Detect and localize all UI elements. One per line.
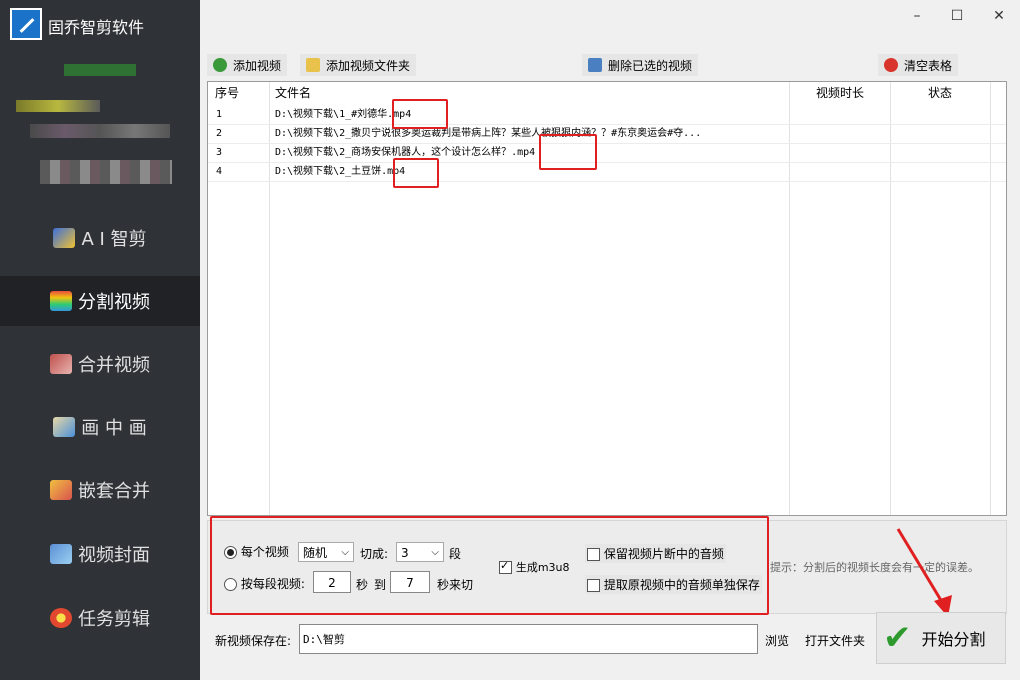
app-title: 固乔智剪软件 — [48, 18, 145, 37]
highlight-box — [393, 158, 439, 188]
file-table[interactable]: 序号 文件名 视频时长 状态 1 D:\视频下载\1_#刘德华.mp4 2 D:… — [207, 81, 1007, 516]
row-filename: D:\视频下载\1_#刘德华.mp4 — [275, 109, 412, 120]
blurred-info-bar — [16, 100, 100, 112]
table-row[interactable]: 4 D:\视频下载\2_土豆饼.mp4 — [208, 162, 1006, 182]
row-index: 2 — [216, 128, 223, 139]
task-edit-icon — [50, 608, 72, 628]
ai-edit-icon — [53, 228, 76, 248]
sidebar-item-video-cover[interactable]: 视频封面 — [0, 529, 200, 579]
delete-video-icon — [588, 58, 602, 72]
sidebar-item-label: 画 中 画 — [81, 418, 147, 439]
split-video-icon — [50, 291, 72, 311]
highlight-box — [539, 134, 597, 170]
open-folder-button[interactable]: 打开文件夹 — [805, 632, 865, 649]
options-highlight-box — [210, 516, 769, 615]
row-filename: D:\视频下载\2_商场安保机器人，这个设计怎么样？.mp4 — [275, 147, 536, 158]
sidebar-item-label: 任务剪辑 — [78, 609, 150, 630]
blurred-info-bar — [30, 124, 170, 138]
folder-icon — [306, 58, 320, 72]
row-filename: D:\视频下载\2_土豆饼.mp4 — [275, 166, 406, 177]
nested-merge-icon — [50, 480, 72, 500]
sidebar-item-label: 分割视频 — [78, 292, 150, 313]
sidebar-item-label: 合并视频 — [78, 355, 150, 376]
sidebar: 固乔智剪软件 A I 智剪 分割视频 合并视频 画 中 画 嵌套合并 视频封面 … — [0, 0, 200, 680]
column-header-status[interactable]: 状态 — [928, 82, 952, 104]
start-split-button[interactable]: ✔ 开始分割 — [876, 612, 1006, 664]
row-index: 3 — [216, 147, 223, 158]
video-cover-icon — [50, 544, 72, 564]
checkmark-icon: ✔ — [883, 618, 912, 658]
clear-table-button[interactable]: 清空表格 — [878, 54, 959, 76]
browse-button[interactable]: 浏览 — [765, 632, 789, 649]
column-header-index[interactable]: 序号 — [215, 82, 239, 104]
sidebar-item-label: A I 智剪 — [81, 229, 147, 250]
delete-selected-button[interactable]: 删除已选的视频 — [582, 54, 699, 76]
merge-video-icon — [50, 354, 72, 374]
clear-icon — [884, 58, 898, 72]
blurred-info-bar — [64, 64, 136, 76]
table-row[interactable]: 2 D:\视频下载\2_撒贝宁说很多奥运裁判是带病上阵？某些人被狠狠内涵？？#东… — [208, 124, 1006, 144]
column-header-duration[interactable]: 视频时长 — [816, 82, 864, 104]
picture-in-picture-icon — [53, 417, 76, 437]
blurred-info-bar — [40, 160, 172, 184]
add-video-button[interactable]: 添加视频 — [207, 54, 288, 76]
minimize-button[interactable]: – — [902, 6, 932, 26]
close-button[interactable]: ✕ — [984, 6, 1014, 26]
maximize-button[interactable]: ☐ — [942, 6, 972, 26]
table-row[interactable]: 3 D:\视频下载\2_商场安保机器人，这个设计怎么样？.mp4 — [208, 143, 1006, 163]
row-index: 1 — [216, 109, 223, 120]
sidebar-item-split-video[interactable]: 分割视频 — [0, 276, 200, 326]
app-logo-icon — [10, 8, 42, 40]
sidebar-item-label: 视频封面 — [78, 545, 150, 566]
sidebar-item-merge-video[interactable]: 合并视频 — [0, 339, 200, 389]
plus-icon — [213, 58, 227, 72]
table-row[interactable]: 1 D:\视频下载\1_#刘德华.mp4 — [208, 105, 1006, 125]
row-index: 4 — [216, 166, 223, 177]
save-path-label: 新视频保存在: — [215, 634, 292, 648]
row-filename: D:\视频下载\2_撒贝宁说很多奥运裁判是带病上阵？某些人被狠狠内涵？？#东京奥… — [275, 128, 702, 139]
add-folder-button[interactable]: 添加视频文件夹 — [300, 54, 417, 76]
sidebar-item-picture-in-picture[interactable]: 画 中 画 — [0, 402, 200, 452]
sidebar-item-task-edit[interactable]: 任务剪辑 — [0, 593, 200, 643]
save-path-input[interactable]: D:\智剪 — [299, 624, 758, 654]
highlight-box — [392, 99, 448, 129]
column-header-filename[interactable]: 文件名 — [275, 82, 311, 104]
sidebar-item-label: 嵌套合并 — [78, 481, 150, 502]
sidebar-item-nested-merge[interactable]: 嵌套合并 — [0, 465, 200, 515]
red-arrow-annotation — [896, 528, 952, 617]
sidebar-item-ai-edit[interactable]: A I 智剪 — [0, 213, 200, 263]
